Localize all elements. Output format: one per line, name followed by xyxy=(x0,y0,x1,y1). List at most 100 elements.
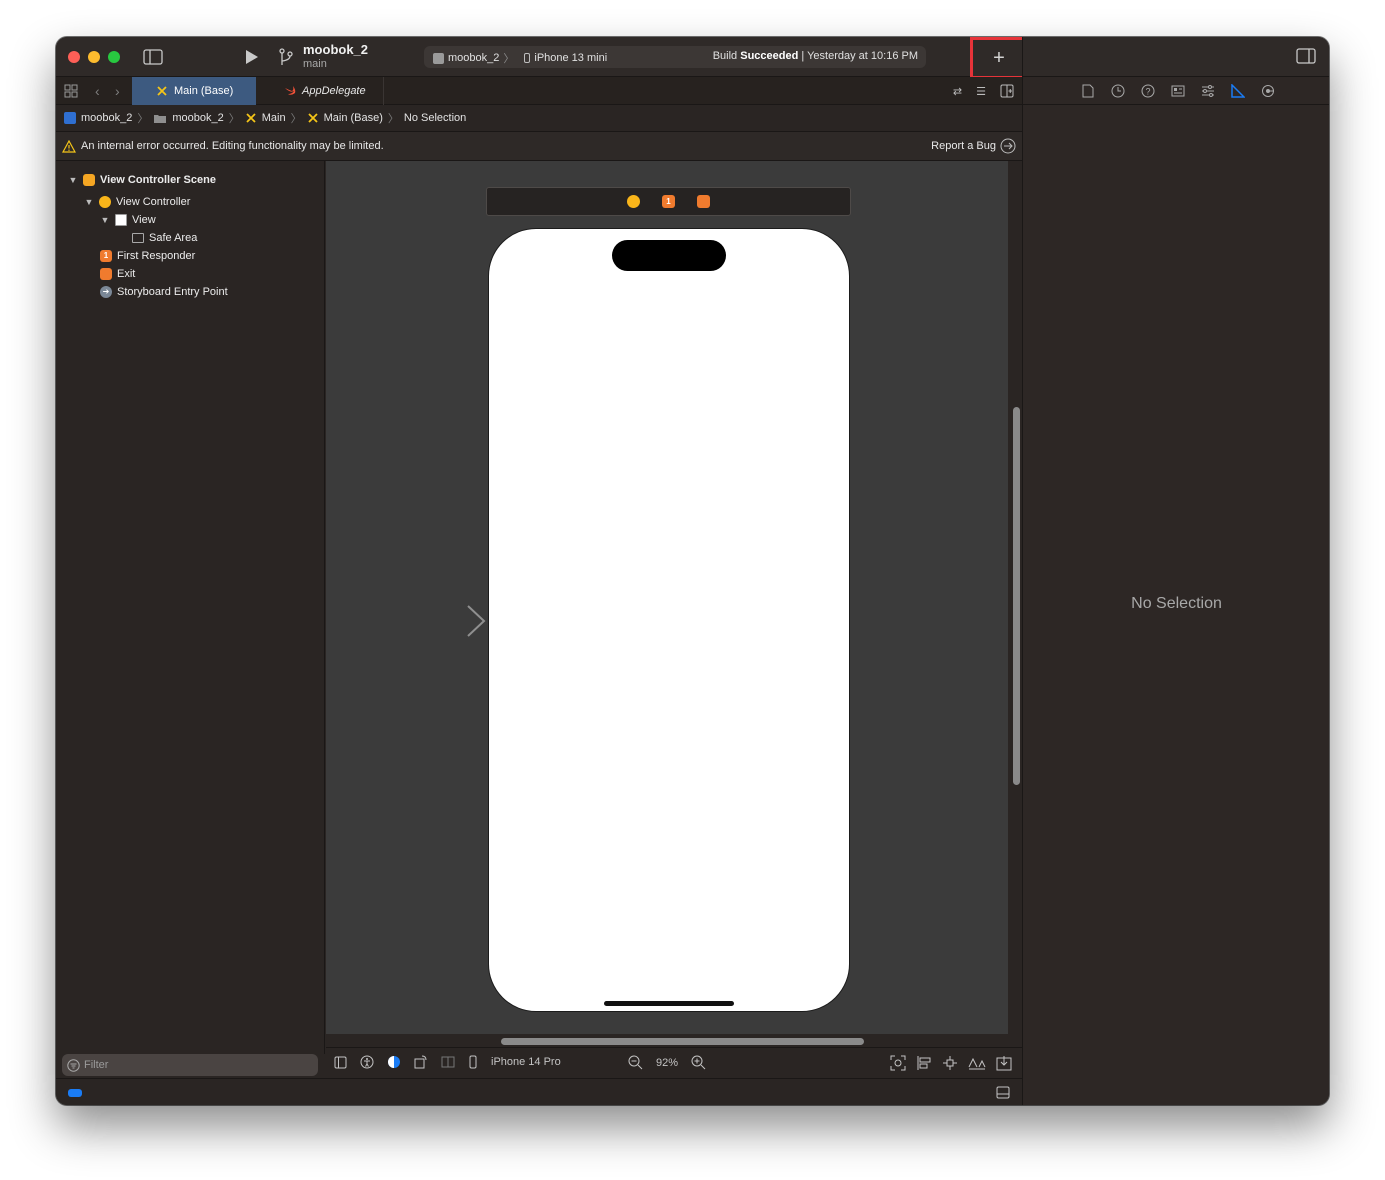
debug-area-toggle-icon[interactable] xyxy=(996,1086,1010,1099)
inspector-panel: ? No Selection xyxy=(1022,37,1329,1105)
exit-icon[interactable] xyxy=(697,195,710,208)
add-constraints-icon[interactable] xyxy=(942,1055,958,1071)
forward-icon[interactable]: › xyxy=(115,77,120,105)
dynamic-island xyxy=(612,240,726,271)
canvas-horizontal-scrollbar[interactable] xyxy=(501,1038,864,1045)
history-inspector-icon[interactable] xyxy=(1109,82,1127,100)
editor-tab-bar: ‹ › Main (Base) AppDelegate ⇄ ☰ xyxy=(56,77,1022,105)
device-name[interactable]: iPhone 14 Pro xyxy=(491,1056,561,1068)
iphone-icon xyxy=(524,53,531,63)
device-icon[interactable] xyxy=(468,1055,478,1069)
help-inspector-icon[interactable]: ? xyxy=(1139,82,1157,100)
jumpbar-folder[interactable]: moobok_2 xyxy=(153,112,224,124)
outline-label: Exit xyxy=(117,268,136,280)
inspector-titlebar xyxy=(1023,37,1329,77)
chevron-down-icon[interactable]: ▼ xyxy=(100,215,110,225)
chevron-down-icon[interactable]: ▼ xyxy=(68,175,78,185)
back-icon[interactable]: ‹ xyxy=(95,77,100,105)
connections-inspector-icon[interactable] xyxy=(1259,82,1277,100)
outline-view-controller[interactable]: ▼ View Controller xyxy=(84,193,190,211)
status-indicator[interactable] xyxy=(68,1089,82,1097)
minimize-window-button[interactable] xyxy=(88,51,100,63)
canvas-vertical-scrollbar[interactable] xyxy=(1013,407,1020,785)
outline-label: First Responder xyxy=(117,250,196,262)
outline-filter-field[interactable]: Filter xyxy=(62,1054,318,1076)
jumpbar-label: moobok_2 xyxy=(172,112,224,124)
chevron-right-icon: 〉 xyxy=(137,113,149,125)
tab-label: Main (Base) xyxy=(174,85,234,97)
folder-icon xyxy=(154,114,167,123)
view-controller-icon[interactable] xyxy=(627,195,640,208)
branch-name[interactable]: main xyxy=(303,58,327,70)
outline-entry-point[interactable]: ➔ Storyboard Entry Point xyxy=(100,283,228,301)
inspector-toggle-icon[interactable] xyxy=(1296,48,1316,64)
navigator-toggle-icon[interactable] xyxy=(142,47,164,67)
jumpbar-selection[interactable]: No Selection xyxy=(404,112,466,124)
close-window-button[interactable] xyxy=(68,51,80,63)
jumpbar-localization[interactable]: Main (Base) xyxy=(307,112,383,124)
zoom-level[interactable]: 92% xyxy=(656,1057,678,1069)
warning-message: An internal error occurred. Editing func… xyxy=(81,140,384,152)
attributes-inspector-icon[interactable] xyxy=(1199,82,1217,100)
zoom-out-icon[interactable] xyxy=(628,1055,643,1070)
related-items-icon[interactable] xyxy=(64,77,78,105)
update-frames-icon[interactable] xyxy=(890,1055,906,1071)
zoom-window-button[interactable] xyxy=(108,51,120,63)
outline-scene[interactable]: ▼ View Controller Scene xyxy=(68,171,216,189)
embed-in-icon[interactable] xyxy=(996,1055,1012,1071)
file-inspector-icon[interactable] xyxy=(1079,82,1097,100)
home-indicator xyxy=(604,1001,734,1006)
view-icon xyxy=(115,214,127,226)
outline-label: View Controller xyxy=(116,196,191,208)
toolbar: moobok_2 main moobok_2 〉 iPhone 13 mini … xyxy=(56,37,1022,77)
orientation-icon[interactable] xyxy=(414,1055,428,1069)
appearance-icon[interactable] xyxy=(387,1055,401,1069)
report-bug-button[interactable]: Report a Bug xyxy=(931,138,1016,154)
outline-first-responder[interactable]: 1 First Responder xyxy=(100,247,195,265)
outline-safe-area[interactable]: Safe Area xyxy=(132,229,197,247)
split-view-icon[interactable] xyxy=(441,1055,455,1069)
safe-area-icon xyxy=(132,233,144,243)
jumpbar-label: No Selection xyxy=(403,112,467,124)
first-responder-icon[interactable]: 1 xyxy=(662,195,675,208)
resolve-issues-icon[interactable] xyxy=(968,1055,986,1071)
iphone-device-frame[interactable] xyxy=(488,228,850,1012)
add-editor-icon[interactable] xyxy=(1000,84,1014,98)
identity-inspector-icon[interactable] xyxy=(1169,82,1187,100)
align-icon[interactable] xyxy=(916,1055,932,1071)
arrow-circle-right-icon xyxy=(1000,138,1016,154)
outline-label: Safe Area xyxy=(149,232,198,244)
chevron-down-icon[interactable]: ▼ xyxy=(84,197,94,207)
outline-exit[interactable]: Exit xyxy=(100,265,135,283)
editor-options-icon[interactable]: ☰ xyxy=(976,85,986,98)
tab-appdelegate[interactable]: AppDelegate xyxy=(260,77,384,105)
jumpbar-project[interactable]: moobok_2 xyxy=(64,112,132,124)
jumpbar-label: Main xyxy=(261,112,286,124)
scene-dock[interactable]: 1 xyxy=(486,187,851,216)
size-inspector-icon[interactable] xyxy=(1229,82,1247,100)
run-button[interactable] xyxy=(242,47,262,67)
swap-icon[interactable]: ⇄ xyxy=(953,85,962,98)
library-add-button[interactable]: + xyxy=(970,37,1028,79)
branch-icon xyxy=(278,47,294,67)
warning-bar: An internal error occurred. Editing func… xyxy=(56,132,1022,161)
tab-main-base[interactable]: Main (Base) xyxy=(132,77,256,105)
jumpbar-label: Main (Base) xyxy=(323,112,383,124)
plus-icon: + xyxy=(993,46,1005,69)
zoom-in-icon[interactable] xyxy=(691,1055,706,1070)
tab-label: AppDelegate xyxy=(302,85,366,97)
storyboard-icon xyxy=(246,113,256,123)
outline-toggle-icon[interactable] xyxy=(334,1056,347,1069)
outline-view[interactable]: ▼ View xyxy=(100,211,156,229)
svg-text:?: ? xyxy=(1145,86,1150,96)
chevron-right-icon: 〉 xyxy=(290,113,302,125)
storyboard-canvas[interactable]: 1 xyxy=(326,161,1008,1034)
app-target-icon xyxy=(433,52,444,64)
scheme-selector[interactable]: moobok_2 〉 iPhone 13 mini xyxy=(433,50,607,66)
project-name[interactable]: moobok_2 xyxy=(303,42,368,57)
jumpbar-storyboard[interactable]: Main xyxy=(245,112,286,124)
entry-point-arrow[interactable] xyxy=(392,604,488,638)
accessibility-icon[interactable] xyxy=(360,1055,374,1069)
outline-label: Storyboard Entry Point xyxy=(117,286,228,298)
report-bug-label: Report a Bug xyxy=(931,140,996,152)
